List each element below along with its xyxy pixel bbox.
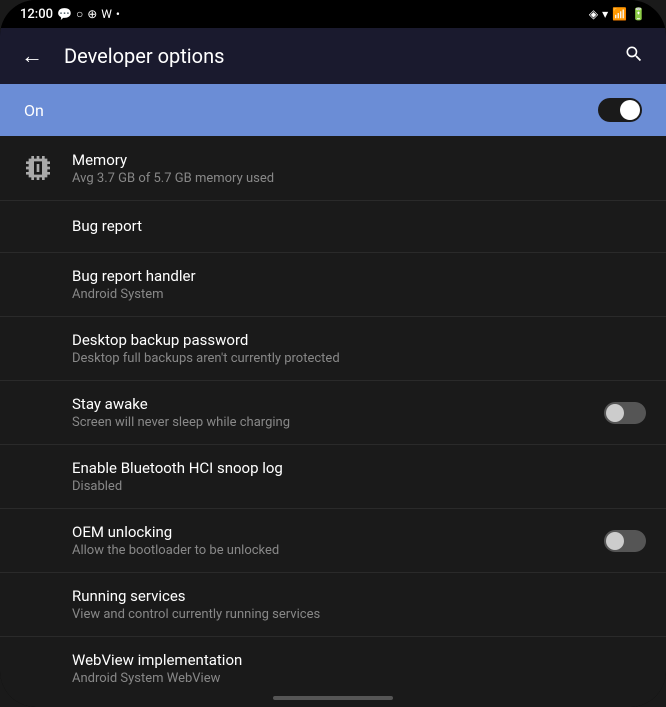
dot-icon: • <box>116 7 120 21</box>
title-bug-report: Bug report <box>72 217 646 235</box>
bottom-nav-indicator <box>273 696 393 700</box>
text-oem-unlocking: OEM unlocking Allow the bootloader to be… <box>72 523 604 558</box>
title-oem-unlocking: OEM unlocking <box>72 523 604 541</box>
circle-icon: ○ <box>76 7 83 21</box>
messenger-icon: 💬 <box>57 7 72 21</box>
title-bug-report-handler: Bug report handler <box>72 267 646 285</box>
status-time: 12:00 <box>20 7 53 22</box>
search-button[interactable] <box>618 44 650 69</box>
on-label: On <box>24 101 44 120</box>
phone-frame: 12:00 💬 ○ ⊕ W • ◈ ▾ 📶 🔋 ← Developer opti… <box>0 0 666 707</box>
back-button[interactable]: ← <box>16 43 48 69</box>
text-desktop-backup-password: Desktop backup password Desktop full bac… <box>72 331 646 366</box>
settings-list: Bug report Bug report handler Android Sy… <box>0 201 666 689</box>
app-bar: ← Developer options <box>0 28 666 84</box>
settings-content: Memory Avg 3.7 GB of 5.7 GB memory used … <box>0 136 666 689</box>
status-bar: 12:00 💬 ○ ⊕ W • ◈ ▾ 📶 🔋 <box>0 0 666 28</box>
title-webview-implementation: WebView implementation <box>72 651 646 669</box>
settings-item-desktop-backup-password[interactable]: Desktop backup password Desktop full bac… <box>0 317 666 381</box>
text-running-services: Running services View and control curren… <box>72 587 646 622</box>
status-left: 12:00 💬 ○ ⊕ W • <box>20 7 120 22</box>
settings-item-bluetooth-hci[interactable]: Enable Bluetooth HCI snoop log Disabled <box>0 445 666 509</box>
page-title: Developer options <box>64 44 618 68</box>
subtitle-oem-unlocking: Allow the bootloader to be unlocked <box>72 543 604 558</box>
cpu-icon <box>20 150 56 186</box>
memory-text: Memory Avg 3.7 GB of 5.7 GB memory used <box>72 151 274 186</box>
settings-item-oem-unlocking[interactable]: OEM unlocking Allow the bootloader to be… <box>0 509 666 573</box>
settings-item-bug-report[interactable]: Bug report <box>0 201 666 253</box>
settings-item-stay-awake[interactable]: Stay awake Screen will never sleep while… <box>0 381 666 445</box>
status-right-icons: ◈ ▾ 📶 🔋 <box>589 7 646 21</box>
signal-icon: 📶 <box>612 7 627 21</box>
developer-options-toggle-row[interactable]: On <box>0 84 666 136</box>
subtitle-bluetooth-hci: Disabled <box>72 479 646 494</box>
title-running-services: Running services <box>72 587 646 605</box>
text-bug-report: Bug report <box>72 217 646 237</box>
subtitle-webview-implementation: Android System WebView <box>72 671 646 686</box>
toggle-knob <box>620 100 640 120</box>
settings-item-webview-implementation[interactable]: WebView implementation Android System We… <box>0 637 666 689</box>
battery-icon: 🔋 <box>631 7 646 21</box>
title-desktop-backup-password: Desktop backup password <box>72 331 646 349</box>
location-icon: ⊕ <box>87 7 97 21</box>
memory-title: Memory <box>72 151 274 169</box>
settings-item-bug-report-handler[interactable]: Bug report handler Android System <box>0 253 666 317</box>
bottom-bar <box>0 689 666 707</box>
subtitle-bug-report-handler: Android System <box>72 287 646 302</box>
text-bug-report-handler: Bug report handler Android System <box>72 267 646 302</box>
subtitle-running-services: View and control currently running servi… <box>72 607 646 622</box>
subtitle-desktop-backup-password: Desktop full backups aren't currently pr… <box>72 351 646 366</box>
wifi-icon: ▾ <box>602 7 608 21</box>
toggle-stay-awake[interactable] <box>604 402 646 424</box>
text-stay-awake: Stay awake Screen will never sleep while… <box>72 395 604 430</box>
settings-item-running-services[interactable]: Running services View and control curren… <box>0 573 666 637</box>
subtitle-stay-awake: Screen will never sleep while charging <box>72 415 604 430</box>
developer-options-toggle[interactable] <box>598 98 642 122</box>
toggle-oem-unlocking[interactable] <box>604 530 646 552</box>
text-bluetooth-hci: Enable Bluetooth HCI snoop log Disabled <box>72 459 646 494</box>
memory-item[interactable]: Memory Avg 3.7 GB of 5.7 GB memory used <box>0 136 666 201</box>
privacy-icon: ◈ <box>589 7 598 21</box>
memory-subtitle: Avg 3.7 GB of 5.7 GB memory used <box>72 171 274 186</box>
knob-stay-awake <box>606 404 624 422</box>
title-stay-awake: Stay awake <box>72 395 604 413</box>
title-bluetooth-hci: Enable Bluetooth HCI snoop log <box>72 459 646 477</box>
w-icon: W <box>101 7 112 21</box>
text-webview-implementation: WebView implementation Android System We… <box>72 651 646 686</box>
knob-oem-unlocking <box>606 532 624 550</box>
